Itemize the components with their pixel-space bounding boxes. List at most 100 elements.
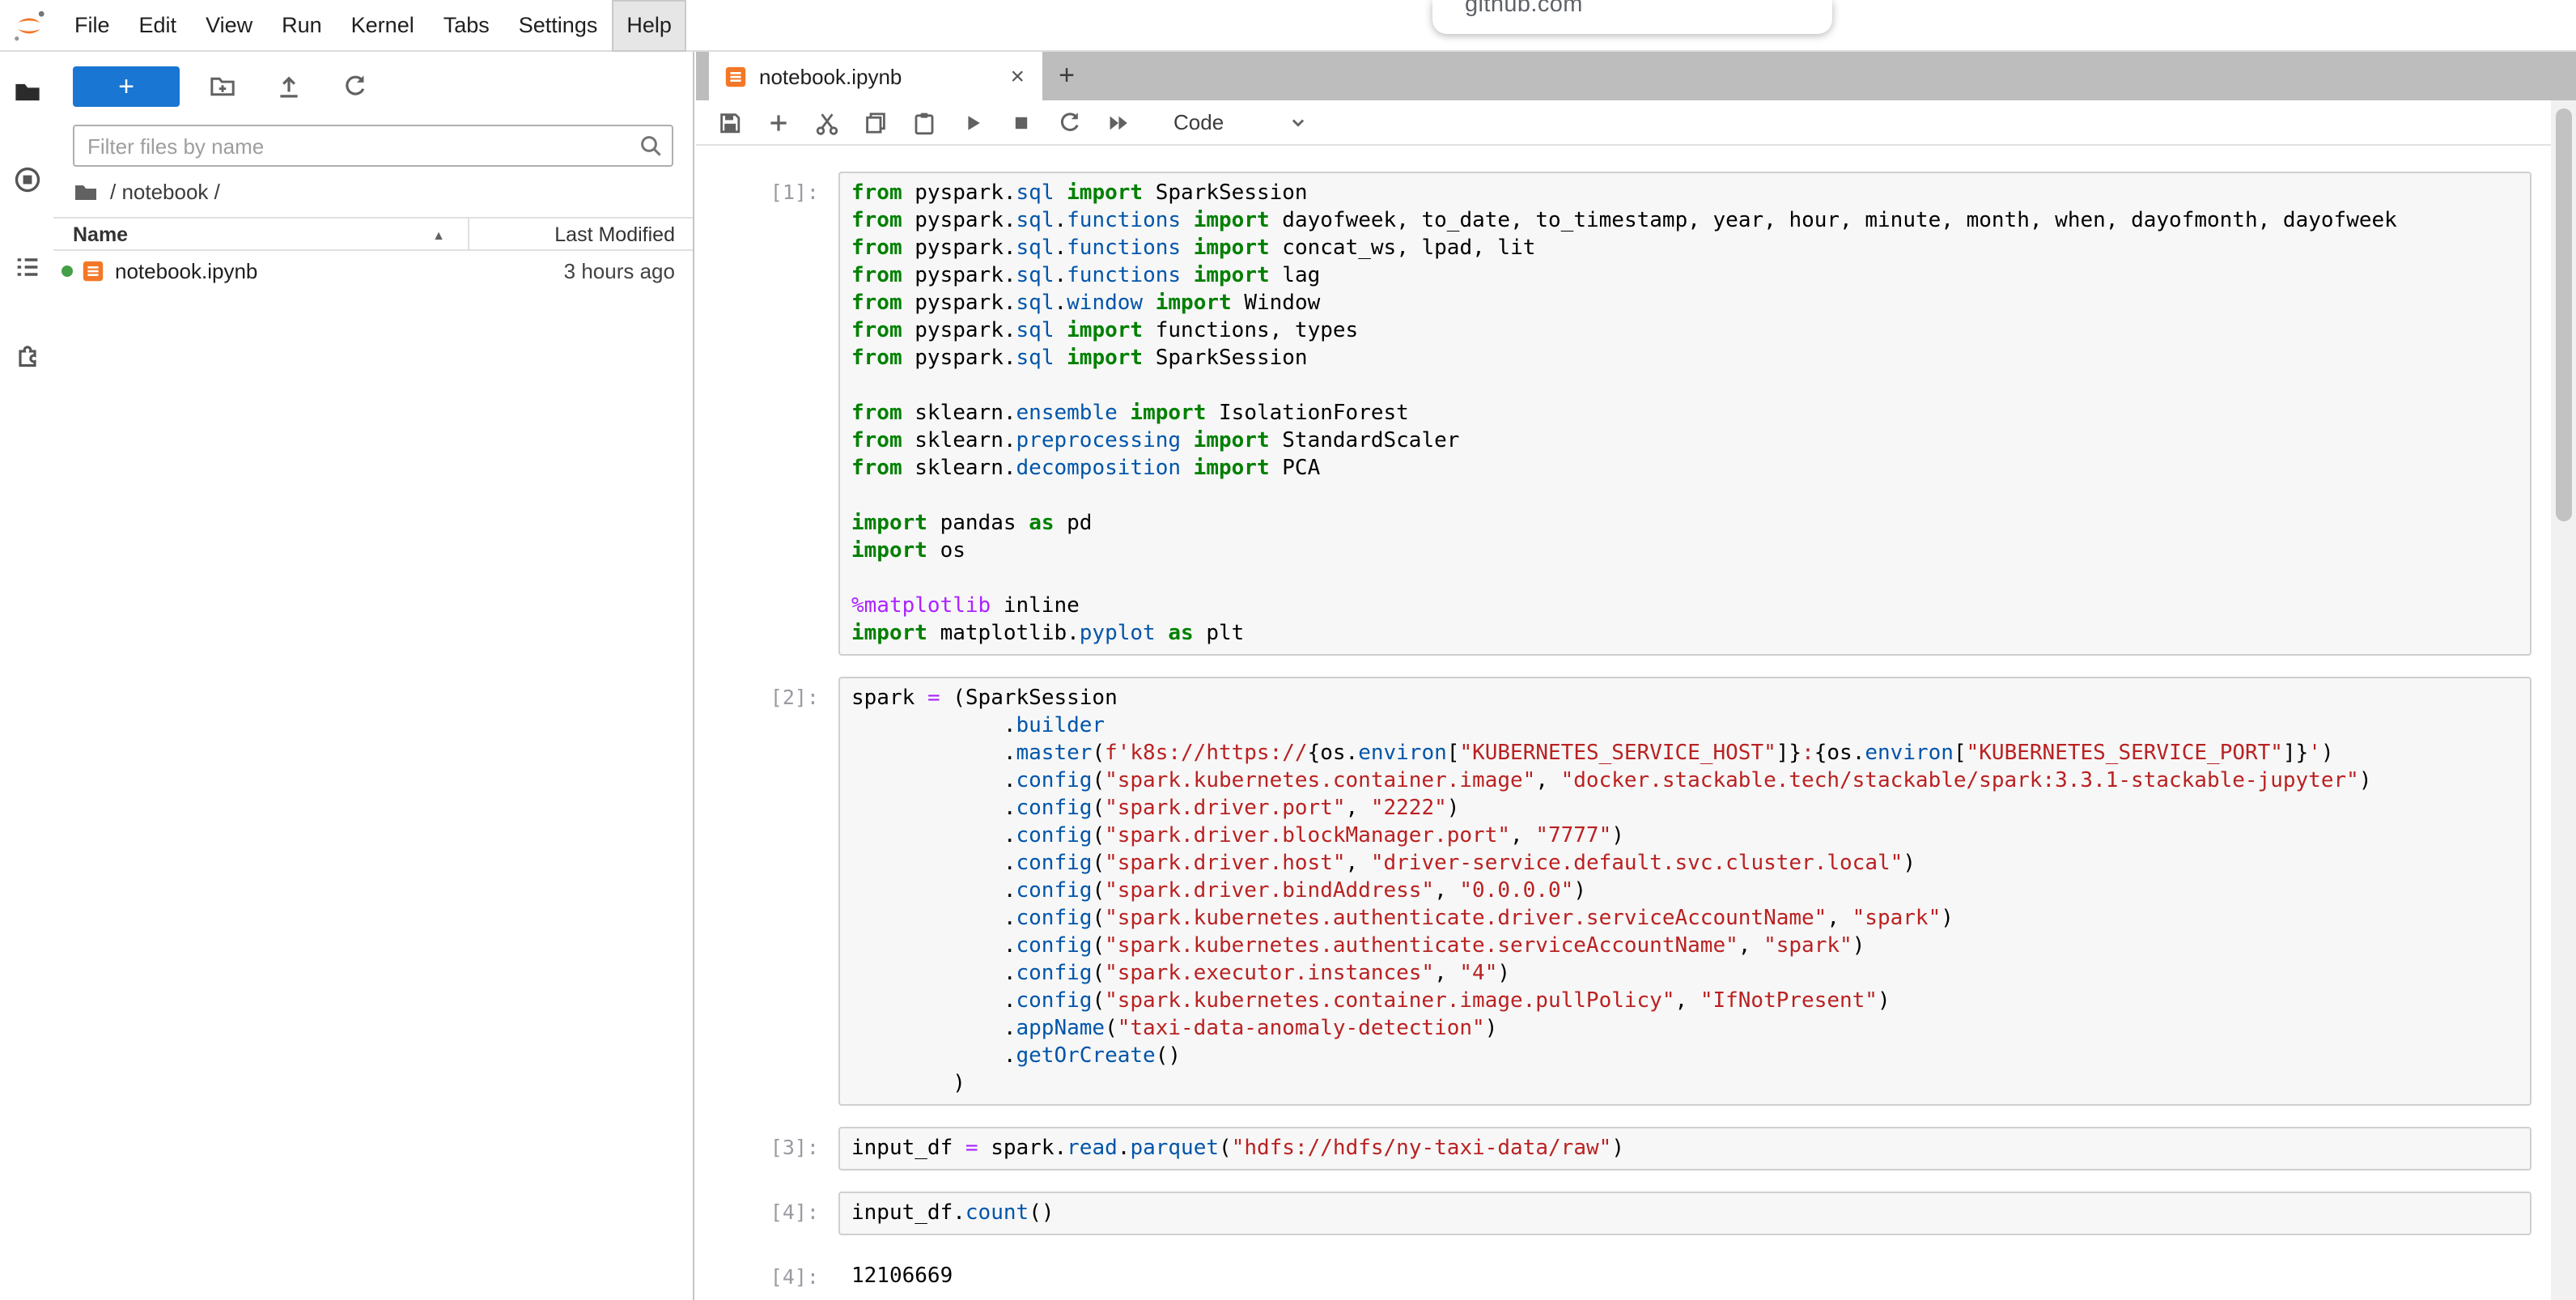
code-line: import pandas as pd	[851, 510, 2519, 537]
popup-text: github.com	[1465, 0, 1832, 18]
table-of-contents-tab[interactable]	[11, 251, 43, 283]
plus-icon	[766, 109, 791, 135]
copy-icon	[863, 109, 889, 135]
play-icon	[960, 109, 986, 135]
scissors-icon	[814, 109, 840, 135]
restart-kernel-button[interactable]	[1057, 109, 1083, 135]
notebook-tab-icon	[724, 64, 748, 88]
table-of-contents-icon	[12, 253, 41, 282]
execution-count: [1]:	[696, 172, 838, 656]
new-tab-button[interactable]: +	[1042, 52, 1091, 100]
new-folder-icon	[209, 72, 236, 100]
filter-files-input[interactable]	[74, 126, 672, 165]
extensions-tab[interactable]	[11, 338, 43, 371]
save-icon	[717, 109, 743, 135]
cell-type-select[interactable]: Code	[1167, 110, 1316, 134]
code-line: .config("spark.driver.blockManager.port"…	[851, 822, 2519, 850]
code-cell: [4]:input_df.count()	[696, 1192, 2531, 1235]
code-cell: [3]:input_df = spark.read.parquet("hdfs:…	[696, 1127, 2531, 1170]
code-line: import os	[851, 537, 2519, 565]
code-line: .config("spark.driver.bindAddress", "0.0…	[851, 877, 2519, 905]
activity-bar	[0, 52, 53, 1300]
running-kernels-tab[interactable]	[11, 164, 43, 196]
code-line: input_df = spark.read.parquet("hdfs://hd…	[851, 1135, 2519, 1162]
cell-editor[interactable]: input_df.count()	[838, 1192, 2531, 1235]
column-header-name-label: Name	[73, 223, 128, 245]
cut-cells-button[interactable]	[814, 109, 840, 135]
column-header-name[interactable]: Name ▲	[53, 219, 469, 249]
menu-item-run[interactable]: Run	[267, 0, 337, 51]
upload-button[interactable]	[275, 72, 303, 100]
output-prompt: [4]:	[696, 1256, 838, 1289]
tab-bar: notebook.ipynb × +	[696, 52, 2576, 100]
stop-circle-icon	[12, 165, 41, 194]
menu-item-view[interactable]: View	[191, 0, 267, 51]
paste-cells-button[interactable]	[911, 109, 937, 135]
code-line: from pyspark.sql.functions import lag	[851, 262, 2519, 290]
notebook-scrollbar[interactable]	[2551, 100, 2576, 1300]
new-folder-button[interactable]	[209, 72, 236, 100]
chevron-down-icon	[1287, 111, 1309, 134]
code-line: from pyspark.sql.window import Window	[851, 290, 2519, 317]
code-line: from pyspark.sql.functions import concat…	[851, 235, 2519, 262]
cell-type-label: Code	[1173, 110, 1224, 134]
sort-ascending-icon: ▲	[432, 228, 445, 243]
cell-editor[interactable]: spark = (SparkSession .builder .master(f…	[838, 677, 2531, 1106]
paste-icon	[911, 109, 937, 135]
file-browser-tab[interactable]	[11, 76, 43, 108]
file-browser-toolbar: +	[53, 52, 693, 120]
menu-item-edit[interactable]: Edit	[125, 0, 192, 51]
menu-item-help[interactable]: Help	[612, 0, 686, 51]
refresh-icon	[342, 72, 369, 100]
file-browser-panel: +	[53, 52, 694, 1300]
jupyterlab-window: File Edit View Run Kernel Tabs Settings …	[0, 0, 2576, 1300]
cell-editor[interactable]: input_df = spark.read.parquet("hdfs://hd…	[838, 1127, 2531, 1170]
close-icon[interactable]: ×	[1007, 62, 1028, 90]
menu-item-file[interactable]: File	[60, 0, 125, 51]
menu-item-kernel[interactable]: Kernel	[337, 0, 429, 51]
code-line	[851, 372, 2519, 400]
code-line: from pyspark.sql.functions import dayofw…	[851, 207, 2519, 235]
tab-notebook[interactable]: notebook.ipynb ×	[709, 52, 1042, 100]
code-line: .appName("taxi-data-anomaly-detection")	[851, 1015, 2519, 1043]
tab-title: notebook.ipynb	[759, 64, 1007, 88]
notebook-cells: [1]:from pyspark.sql import SparkSession…	[696, 172, 2551, 1289]
code-line: from sklearn.preprocessing import Standa…	[851, 427, 2519, 455]
filter-box	[73, 125, 673, 167]
add-cell-button[interactable]	[766, 109, 791, 135]
run-cell-button[interactable]	[960, 109, 986, 135]
column-header-last-modified[interactable]: Last Modified	[469, 219, 693, 249]
code-line: .config("spark.kubernetes.authenticate.d…	[851, 905, 2519, 933]
main-area: notebook.ipynb × +	[696, 52, 2576, 1300]
breadcrumb: / notebook /	[53, 167, 693, 217]
interrupt-kernel-button[interactable]	[1008, 109, 1034, 135]
code-cell: [1]:from pyspark.sql import SparkSession…	[696, 172, 2531, 656]
code-line: )	[851, 1070, 2519, 1098]
refresh-button[interactable]	[342, 72, 369, 100]
home-folder-icon[interactable]	[73, 179, 99, 205]
code-line: import matplotlib.pyplot as plt	[851, 620, 2519, 648]
new-launcher-button[interactable]: +	[73, 66, 180, 106]
notebook-file-icon	[81, 259, 105, 283]
jupyter-logo-icon	[11, 7, 47, 43]
save-button[interactable]	[717, 109, 743, 135]
code-line: from sklearn.ensemble import IsolationFo…	[851, 400, 2519, 427]
restart-run-all-button[interactable]	[1106, 109, 1131, 135]
cell-editor[interactable]: from pyspark.sql import SparkSessionfrom…	[838, 172, 2531, 656]
github-popup: github.com	[1432, 0, 1832, 34]
breadcrumb-path: / notebook /	[110, 180, 220, 204]
code-line: .config("spark.driver.host", "driver-ser…	[851, 850, 2519, 877]
menu-item-settings[interactable]: Settings	[504, 0, 613, 51]
scrollbar-thumb[interactable]	[2556, 108, 2572, 521]
file-row[interactable]: notebook.ipynb 3 hours ago	[53, 251, 693, 291]
code-line	[851, 565, 2519, 593]
code-line: from pyspark.sql import SparkSession	[851, 180, 2519, 207]
notebook-content: [1]:from pyspark.sql import SparkSession…	[696, 146, 2551, 1300]
file-name: notebook.ipynb	[115, 259, 564, 283]
copy-cells-button[interactable]	[863, 109, 889, 135]
code-line: .master(f'k8s://https://{os.environ["KUB…	[851, 740, 2519, 767]
execution-count: [2]:	[696, 677, 838, 1106]
code-line: from pyspark.sql import SparkSession	[851, 345, 2519, 372]
running-kernel-dot	[62, 266, 73, 277]
menu-item-tabs[interactable]: Tabs	[429, 0, 504, 51]
